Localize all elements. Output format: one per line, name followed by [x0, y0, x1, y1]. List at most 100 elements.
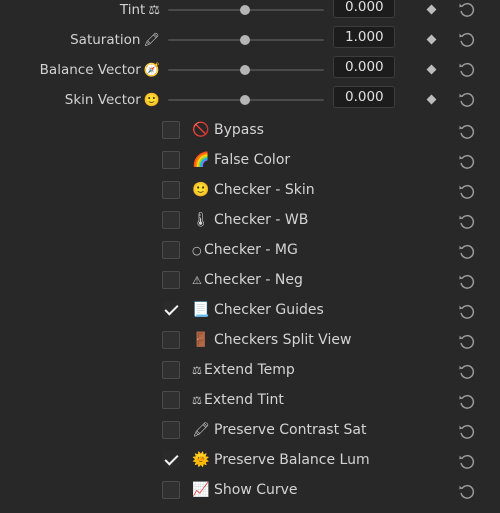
reset-icon[interactable] — [457, 0, 477, 20]
slider-handle[interactable] — [240, 95, 250, 105]
reset-icon[interactable] — [457, 482, 477, 502]
checkbox-label-text: Checker - Neg — [204, 272, 303, 288]
checkbox[interactable] — [162, 421, 180, 439]
smiley-icon: 🙂 — [143, 93, 160, 108]
checkbox[interactable] — [162, 301, 180, 319]
checkbox-row: 📃 Checker Guides — [0, 300, 500, 333]
reset-icon[interactable] — [457, 30, 477, 50]
checkbox-label: 🚫 Bypass — [192, 120, 264, 140]
keyframe-diamond-icon[interactable] — [426, 4, 437, 15]
checkbox-row: 🚪 Checkers Split View — [0, 330, 500, 363]
warning-icon: ⚠ — [192, 274, 202, 287]
reset-icon[interactable] — [457, 302, 477, 322]
checkbox[interactable] — [162, 361, 180, 379]
checkbox-label-text: Checker - Skin — [214, 182, 315, 198]
circle-icon: ○ — [192, 244, 202, 257]
checkbox-row: 🌡 Checker - WB — [0, 210, 500, 243]
checkbox-row: 🚫 Bypass — [0, 120, 500, 153]
checkbox-row: ⚠ Checker - Neg — [0, 270, 500, 303]
slider-row: Saturation 🖍 1.000 — [0, 26, 500, 61]
value-field[interactable]: 0.000 — [333, 0, 395, 18]
chart-icon: 📈 — [192, 482, 210, 498]
slider-label-text: Balance Vector — [39, 62, 141, 78]
checkbox-label: 🌞 Preserve Balance Lum — [192, 450, 370, 470]
reset-icon[interactable] — [457, 90, 477, 110]
sun-icon: 🌞 — [192, 452, 210, 468]
reset-icon[interactable] — [457, 242, 477, 262]
balance-scale-icon: ⚖ — [192, 394, 202, 407]
slider-label-text: Saturation — [70, 32, 141, 48]
rainbow-icon: 🌈 — [192, 152, 210, 168]
checkbox-label-text: Preserve Contrast Sat — [214, 422, 367, 438]
checkbox[interactable] — [162, 241, 180, 259]
slider-label: Tint ⚖ — [120, 1, 160, 31]
reset-icon[interactable] — [457, 60, 477, 80]
reset-icon[interactable] — [457, 392, 477, 412]
checkbox-label: 🌈 False Color — [192, 150, 290, 170]
checkbox-label: 📈 Show Curve — [192, 480, 298, 500]
balance-scale-icon: ⚖ — [192, 364, 202, 377]
checkbox-row: ⚖ Extend Temp — [0, 360, 500, 393]
slider-label-text: Tint — [119, 2, 146, 18]
slider-handle[interactable] — [240, 65, 250, 75]
checkbox-label: 🚪 Checkers Split View — [192, 330, 351, 350]
checkbox-label: 🌡 Checker - WB — [192, 210, 308, 230]
prohibited-icon: 🚫 — [192, 122, 210, 138]
checkbox[interactable] — [162, 211, 180, 229]
checkbox-row: ⚖ Extend Tint — [0, 390, 500, 423]
value-field[interactable]: 0.000 — [333, 86, 395, 108]
checkbox[interactable] — [162, 151, 180, 169]
checkbox[interactable] — [162, 451, 180, 469]
slider-label: Saturation 🖍 — [70, 31, 160, 61]
checkbox-label: ⚖ Extend Tint — [192, 390, 284, 410]
checkbox[interactable] — [162, 481, 180, 499]
thermometer-icon: 🌡 — [192, 212, 210, 228]
checkbox-label-text: Checker - WB — [214, 212, 309, 228]
keyframe-diamond-icon[interactable] — [426, 34, 437, 45]
slider-label-text: Skin Vector — [64, 92, 141, 108]
checkbox[interactable] — [162, 181, 180, 199]
door-icon: 🚪 — [192, 332, 210, 348]
keyframe-diamond-icon[interactable] — [426, 94, 437, 105]
checkbox-row: 📈 Show Curve — [0, 480, 500, 513]
checkbox[interactable] — [162, 331, 180, 349]
balance-scale-icon: ⚖ — [148, 3, 160, 18]
checkbox-label-text: Checker - MG — [204, 242, 298, 258]
reset-icon[interactable] — [457, 152, 477, 172]
slider-label: Skin Vector 🙂 — [65, 91, 160, 121]
compass-icon: 🧭 — [143, 63, 160, 78]
value-field[interactable]: 1.000 — [333, 26, 395, 48]
reset-icon[interactable] — [457, 332, 477, 352]
checkbox-label-text: Preserve Balance Lum — [214, 452, 370, 468]
checkbox-label-text: Checkers Split View — [214, 332, 352, 348]
checkbox-label: 📃 Checker Guides — [192, 300, 324, 320]
reset-icon[interactable] — [457, 422, 477, 442]
slider-row: Balance Vector 🧭 0.000 — [0, 56, 500, 91]
checkbox-label: 🙂 Checker - Skin — [192, 180, 315, 200]
reset-icon[interactable] — [457, 122, 477, 142]
reset-icon[interactable] — [457, 212, 477, 232]
slider-label: Balance Vector 🧭 — [40, 61, 160, 91]
value-field[interactable]: 0.000 — [333, 56, 395, 78]
slider-handle[interactable] — [240, 35, 250, 45]
checkbox-row: 🌞 Preserve Balance Lum — [0, 450, 500, 483]
checkbox[interactable] — [162, 121, 180, 139]
crayon-icon: 🖍 — [192, 422, 210, 438]
checkbox-label-text: Extend Temp — [204, 362, 295, 378]
reset-icon[interactable] — [457, 272, 477, 292]
reset-icon[interactable] — [457, 452, 477, 472]
checkbox-row: 🌈 False Color — [0, 150, 500, 183]
crayon-icon: 🖍 — [143, 33, 160, 48]
checkbox-label-text: Extend Tint — [204, 392, 284, 408]
page-icon: 📃 — [192, 302, 210, 318]
checkbox[interactable] — [162, 271, 180, 289]
checkbox-label: ⚖ Extend Temp — [192, 360, 295, 380]
slider-handle[interactable] — [240, 5, 250, 15]
reset-icon[interactable] — [457, 182, 477, 202]
reset-icon[interactable] — [457, 362, 477, 382]
checkbox[interactable] — [162, 391, 180, 409]
keyframe-diamond-icon[interactable] — [426, 64, 437, 75]
slider-row: Skin Vector 🙂 0.000 — [0, 86, 500, 121]
checkbox-label: ⚠ Checker - Neg — [192, 270, 303, 290]
checkbox-label-text: Checker Guides — [214, 302, 324, 318]
